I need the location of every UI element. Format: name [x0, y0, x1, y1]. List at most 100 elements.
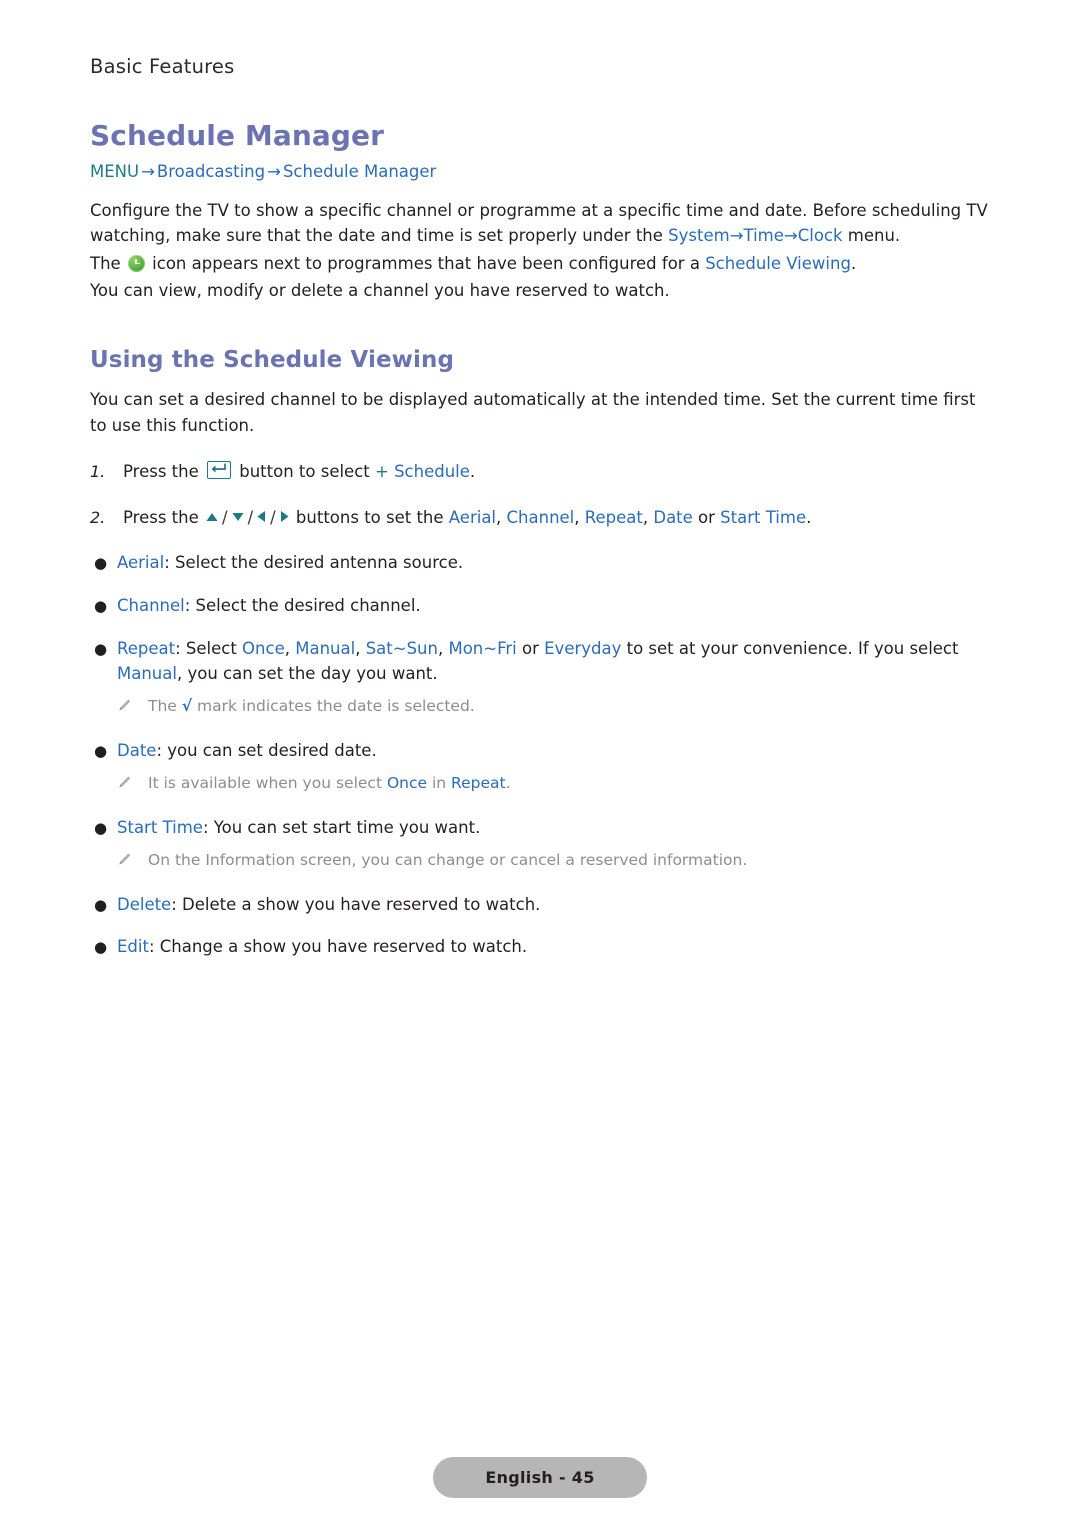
- step2-sep2: ,: [574, 507, 585, 527]
- arrow-down-icon: [231, 506, 245, 531]
- clock-paragraph-a: The: [90, 253, 126, 273]
- step-text: Press the button to select + Schedule.: [123, 460, 990, 485]
- arrow-right-icon: [279, 506, 290, 531]
- option-value-manual[interactable]: Manual: [295, 639, 355, 658]
- repeat-sep3: ,: [437, 638, 449, 658]
- list-item: ● Channel: Select the desired channel.: [90, 594, 990, 619]
- path-arrow-icon: →: [783, 226, 798, 246]
- note-link-once[interactable]: Once: [387, 774, 427, 792]
- note-date-a: It is available when you select: [148, 774, 387, 793]
- option-desc-repeat-c: , you can set the day you want.: [176, 663, 438, 683]
- option-value-mon-fri[interactable]: Mon~Fri: [448, 639, 516, 658]
- check-mark-icon: √: [181, 697, 193, 716]
- pencil-icon: [117, 849, 148, 874]
- note-date-b: in: [427, 774, 452, 793]
- option-term-start-time[interactable]: Start Time: [117, 818, 203, 837]
- link-channel[interactable]: Channel: [507, 508, 575, 527]
- list-item-text: Delete: Delete a show you have reserved …: [117, 893, 990, 918]
- step2-pre: Press the: [123, 507, 204, 527]
- clock-paragraph-c: .: [850, 253, 857, 273]
- step-number: 2.: [90, 507, 106, 527]
- link-clock[interactable]: Clock: [798, 226, 843, 245]
- bullet-icon: ●: [94, 818, 108, 837]
- option-term-repeat[interactable]: Repeat: [117, 639, 175, 658]
- option-term-edit[interactable]: Edit: [117, 937, 149, 956]
- bullet-icon: ●: [94, 741, 108, 760]
- clock-icon-paragraph: The icon appears next to programmes that…: [90, 251, 990, 276]
- step-item: 1. Press the button to select + Schedule…: [90, 460, 990, 485]
- arrow-up-icon: [205, 506, 219, 531]
- steps-list: 1. Press the button to select + Schedule…: [90, 460, 990, 531]
- bullet-icon: ●: [94, 597, 108, 616]
- step-text: Press the / / / buttons to set the Aerial,…: [123, 506, 990, 531]
- page-content: Basic Features Schedule Manager MENU → Bro…: [90, 55, 990, 978]
- option-term-delete[interactable]: Delete: [117, 895, 171, 914]
- note-link-repeat[interactable]: Repeat: [451, 774, 506, 792]
- option-value-everyday[interactable]: Everyday: [544, 639, 621, 658]
- list-item-text: Channel: Select the desired channel.: [117, 594, 990, 619]
- option-desc-channel: : Select the desired channel.: [184, 596, 421, 616]
- bullet-icon: ●: [94, 554, 108, 573]
- link-start-time[interactable]: Start Time: [720, 508, 806, 527]
- link-aerial[interactable]: Aerial: [449, 508, 496, 527]
- schedule-clock-icon: [127, 254, 145, 272]
- step2-mid: buttons to set the: [290, 507, 449, 527]
- return-key-icon: [207, 460, 231, 479]
- link-repeat[interactable]: Repeat: [585, 508, 643, 527]
- option-desc-aerial: : Select the desired antenna source.: [164, 553, 464, 573]
- view-modify-paragraph: You can view, modify or delete a channel…: [90, 280, 670, 300]
- list-item: ● Aerial: Select the desired antenna sou…: [90, 551, 990, 576]
- step2-sep1: ,: [496, 507, 507, 527]
- breadcrumb: MENU → Broadcasting → Schedule Manager: [90, 160, 990, 184]
- breadcrumb-item-broadcasting[interactable]: Broadcasting: [157, 162, 265, 181]
- option-value-sat-sun[interactable]: Sat~Sun: [366, 639, 438, 658]
- pencil-icon: [117, 695, 148, 720]
- note-text: On the Information screen, you can chang…: [148, 851, 748, 870]
- plus-sign: +: [375, 461, 395, 481]
- subsection-intro: You can set a desired channel to be disp…: [90, 390, 976, 435]
- bullet-icon: ●: [94, 895, 108, 914]
- note-item: On the Information screen, you can chang…: [117, 849, 990, 874]
- link-schedule-viewing[interactable]: Schedule Viewing: [705, 254, 851, 273]
- option-term-aerial[interactable]: Aerial: [117, 553, 164, 572]
- intro-text-b: menu.: [842, 226, 901, 246]
- step2-post: .: [806, 507, 812, 527]
- running-head: Basic Features: [90, 55, 235, 78]
- path-arrow-icon: →: [729, 226, 744, 246]
- link-date[interactable]: Date: [653, 508, 692, 527]
- page-footer: English - 45: [0, 1457, 1080, 1498]
- step2-sep3: ,: [642, 507, 654, 527]
- note-date-c: .: [505, 774, 511, 793]
- option-value-once[interactable]: Once: [242, 639, 285, 658]
- option-value-manual-2[interactable]: Manual: [117, 664, 177, 683]
- breadcrumb-menu-label: MENU: [90, 162, 140, 182]
- breadcrumb-item-schedule-manager[interactable]: Schedule Manager: [283, 162, 436, 181]
- link-schedule[interactable]: Schedule: [394, 462, 470, 481]
- option-term-date[interactable]: Date: [117, 741, 156, 760]
- repeat-sep1: ,: [284, 638, 296, 658]
- list-item-text: Start Time: You can set start time you w…: [117, 816, 990, 875]
- option-term-channel[interactable]: Channel: [117, 596, 185, 615]
- step1-post: .: [469, 461, 476, 481]
- note-repeat-b: mark indicates the date is selected.: [192, 697, 475, 716]
- pencil-icon: [117, 772, 148, 797]
- page-title: Schedule Manager: [90, 119, 385, 152]
- bullet-icon: ●: [94, 938, 108, 957]
- note-item: The √ mark indicates the date is selecte…: [117, 695, 990, 720]
- option-desc-repeat-b: to set at your convenience. If you selec…: [621, 638, 959, 658]
- list-item: ● Edit: Change a show you have reserved …: [90, 935, 990, 960]
- step2-sep4: or: [692, 507, 721, 527]
- step1-pre: Press the: [123, 461, 204, 481]
- link-system[interactable]: System: [668, 226, 730, 245]
- link-time[interactable]: Time: [744, 226, 784, 245]
- list-item: ● Repeat: Select Once, Manual, Sat~Sun, …: [90, 637, 990, 721]
- note-text: It is available when you select Once in …: [148, 772, 990, 797]
- page-number-badge: English - 45: [433, 1457, 647, 1498]
- clock-paragraph-b: icon appears next to programmes that hav…: [146, 253, 706, 273]
- note-text: The √ mark indicates the date is selecte…: [148, 695, 990, 720]
- step-number: 1.: [90, 461, 106, 481]
- list-item-text: Aerial: Select the desired antenna sourc…: [117, 551, 990, 576]
- repeat-sep2: ,: [355, 638, 366, 658]
- options-list: ● Aerial: Select the desired antenna sou…: [90, 551, 990, 960]
- bullet-icon: ●: [94, 639, 108, 658]
